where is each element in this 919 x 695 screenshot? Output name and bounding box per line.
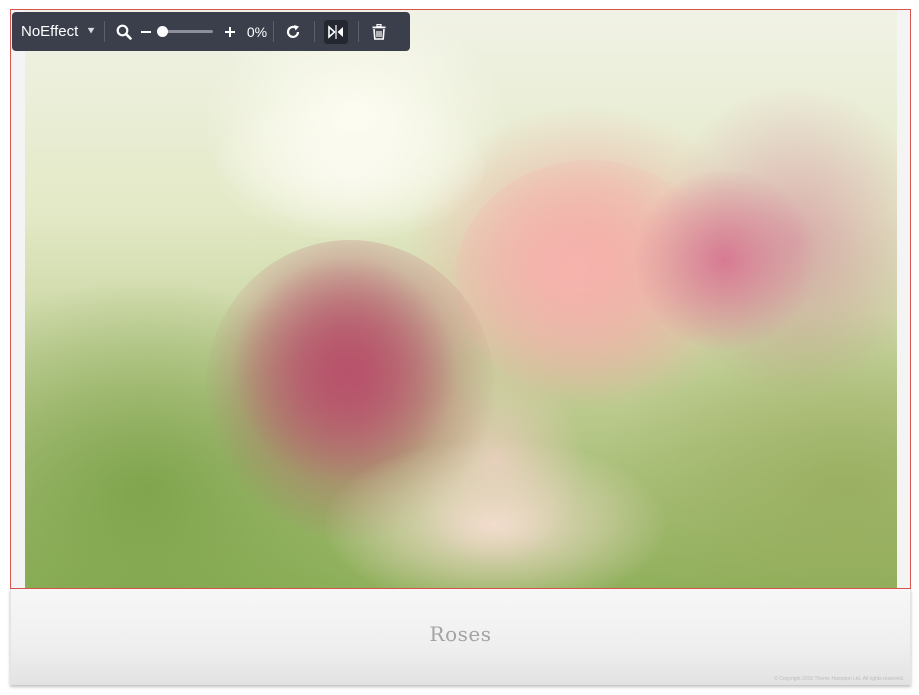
image-toolbar: NoEffect ⯆ 0% (12, 12, 410, 51)
minus-icon (140, 30, 151, 33)
double-chevron-down-icon: ⯆ (86, 24, 96, 38)
delete-button[interactable] (365, 12, 393, 51)
flip-button[interactable] (321, 12, 351, 51)
rotate-button[interactable] (280, 12, 306, 51)
toolbar-divider (358, 21, 360, 42)
effect-select[interactable]: NoEffect ⯆ (12, 12, 96, 51)
toolbar-divider (273, 21, 275, 42)
plus-icon (224, 26, 235, 37)
toolbar-divider (314, 21, 316, 42)
toolbar-divider (103, 21, 105, 42)
magnifier-icon (116, 24, 132, 40)
zoom-in-button[interactable] (219, 12, 241, 51)
copyright-text: © Copyright 2015 Theme Hampton Ltd. All … (774, 676, 904, 682)
caption-bar: Roses © Copyright 2015 Theme Hampton Ltd… (10, 589, 911, 685)
zoom-percentage: 0% (246, 23, 268, 40)
image-frame: NoEffect ⯆ 0% (10, 9, 911, 589)
flip-horizontal-icon (328, 24, 344, 39)
roses-photo (25, 10, 897, 588)
effect-select-label: NoEffect (21, 23, 79, 40)
zoom-out-button[interactable] (137, 12, 155, 51)
zoom-slider-track[interactable] (156, 26, 213, 37)
caption-title: Roses (429, 622, 492, 646)
zoom-slider-handle[interactable] (156, 26, 168, 37)
flip-button-active[interactable] (324, 19, 349, 44)
zoom-button[interactable] (111, 12, 137, 51)
zoom-slider[interactable] (155, 12, 219, 51)
rotate-icon (287, 24, 300, 38)
trash-icon (372, 23, 386, 40)
